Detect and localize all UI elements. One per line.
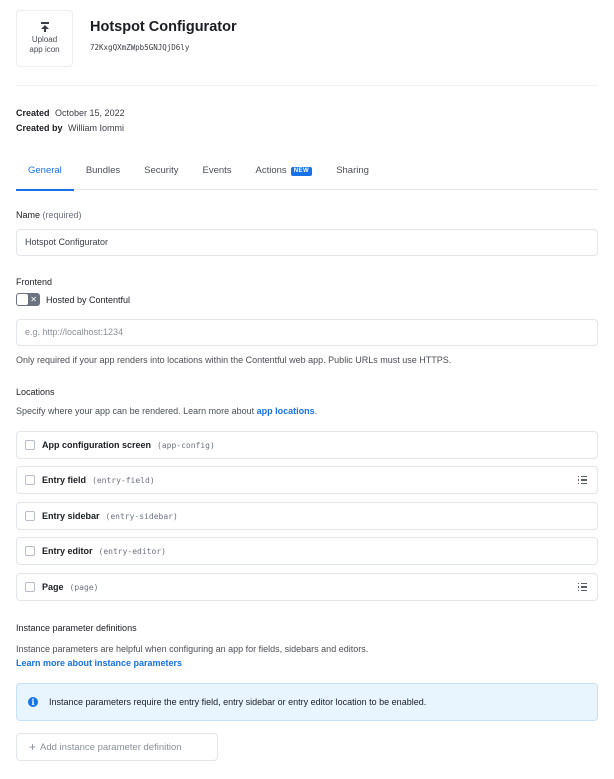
app-id: 72KxgQXmZWpb5GNJQjD6ly <box>90 43 190 52</box>
tab-label: Security <box>144 165 179 176</box>
location-checkbox[interactable] <box>25 440 35 450</box>
plus-icon: + <box>29 740 37 754</box>
tab-general[interactable]: General <box>16 158 74 191</box>
location-name: Page <box>42 582 64 592</box>
title-block: Hotspot Configurator 72KxgQXmZWpb5GNJQjD… <box>90 19 237 52</box>
name-field-label: Name (required) <box>16 210 82 220</box>
toggle-knob <box>17 294 28 305</box>
location-item-app-config: App configuration screen (app-config) <box>16 431 598 459</box>
hosted-toggle-label: Hosted by Contentful <box>46 294 131 305</box>
tab-label: General <box>28 165 62 176</box>
location-name: Entry sidebar <box>42 511 100 521</box>
info-icon: i <box>28 697 38 707</box>
locations-help: Specify where your app can be rendered. … <box>16 406 317 416</box>
location-code: (entry-sidebar) <box>105 511 178 521</box>
tab-bundles[interactable]: Bundles <box>74 158 132 190</box>
add-button-label: Add instance parameter definition <box>40 741 182 753</box>
app-title: Hotspot Configurator <box>90 19 237 35</box>
location-code: (app-config) <box>157 440 215 450</box>
location-checkbox[interactable] <box>25 511 35 521</box>
upload-icon <box>40 22 50 32</box>
tab-label: Bundles <box>85 165 121 176</box>
locations-help-text: Specify where your app can be rendered. … <box>16 406 257 416</box>
add-instance-parameter-button[interactable]: + Add instance parameter definition <box>16 733 218 761</box>
location-name: Entry editor <box>42 546 93 556</box>
location-name: App configuration screen <box>42 440 152 450</box>
tab-label: Actions <box>255 165 287 176</box>
frontend-help-text: Only required if your app renders into l… <box>16 355 452 365</box>
tab-sharing[interactable]: Sharing <box>324 158 381 190</box>
tab-label: Events <box>202 165 232 176</box>
location-item-entry-sidebar: Entry sidebar (entry-sidebar) <box>16 502 598 530</box>
created-value: October 15, 2022 <box>55 108 125 118</box>
location-item-entry-field: Entry field (entry-field) <box>16 466 598 494</box>
frontend-url-input[interactable]: e.g. http://localhost:1234 <box>16 319 598 346</box>
frontend-label: Frontend <box>16 277 53 287</box>
name-input[interactable]: Hotspot Configurator <box>16 229 598 256</box>
location-item-entry-editor: Entry editor (entry-editor) <box>16 537 598 565</box>
app-header: Upload app icon Hotspot Configurator 72K… <box>16 10 237 67</box>
info-note-text: Instance parameters require the entry fi… <box>49 697 427 707</box>
list-icon[interactable] <box>578 583 587 591</box>
location-code: (entry-editor) <box>98 546 166 556</box>
location-checkbox[interactable] <box>25 475 35 485</box>
new-badge: NEW <box>290 167 313 176</box>
instance-params-help: Instance parameters are helpful when con… <box>16 644 369 654</box>
hosted-toggle-row: ✕ Hosted by Contentful <box>16 293 130 306</box>
name-required-hint: (required) <box>42 210 82 220</box>
tab-bar: General Bundles Security Events Actions N… <box>16 158 598 191</box>
info-note: i Instance parameters require the entry … <box>16 683 598 721</box>
x-icon: ✕ <box>30 295 37 304</box>
created-by-value: William Iommi <box>68 123 125 133</box>
created-row: Created October 15, 2022 <box>16 106 125 121</box>
location-code: (page) <box>69 582 99 592</box>
app-meta: Created October 15, 2022 Created by Will… <box>16 106 125 136</box>
created-by-row: Created by William Iommi <box>16 121 125 136</box>
locations-help-suffix: . <box>314 406 318 416</box>
upload-label-line1: Upload <box>31 35 58 44</box>
tab-label: Sharing <box>336 165 369 176</box>
location-checkbox[interactable] <box>25 546 35 556</box>
instance-params-learn-more-link[interactable]: Learn more about instance parameters <box>16 658 182 668</box>
location-checkbox[interactable] <box>25 582 35 592</box>
location-item-page: Page (page) <box>16 573 598 601</box>
instance-params-label: Instance parameter definitions <box>16 623 137 633</box>
upload-label-line2: app icon <box>29 45 60 54</box>
tab-actions[interactable]: Actions NEW <box>244 158 325 190</box>
header-divider <box>16 85 598 86</box>
tab-events[interactable]: Events <box>190 158 243 190</box>
created-by-label: Created by <box>16 123 63 133</box>
locations-label: Locations <box>16 387 55 397</box>
list-icon[interactable] <box>578 476 587 484</box>
hosted-by-contentful-toggle[interactable]: ✕ <box>16 293 40 306</box>
upload-app-icon-button[interactable]: Upload app icon <box>16 10 73 67</box>
tab-security[interactable]: Security <box>132 158 190 190</box>
location-name: Entry field <box>42 475 87 485</box>
location-code: (entry-field) <box>92 475 155 485</box>
created-label: Created <box>16 108 50 118</box>
name-label-text: Name <box>16 210 41 220</box>
app-locations-link[interactable]: app locations <box>257 406 315 416</box>
